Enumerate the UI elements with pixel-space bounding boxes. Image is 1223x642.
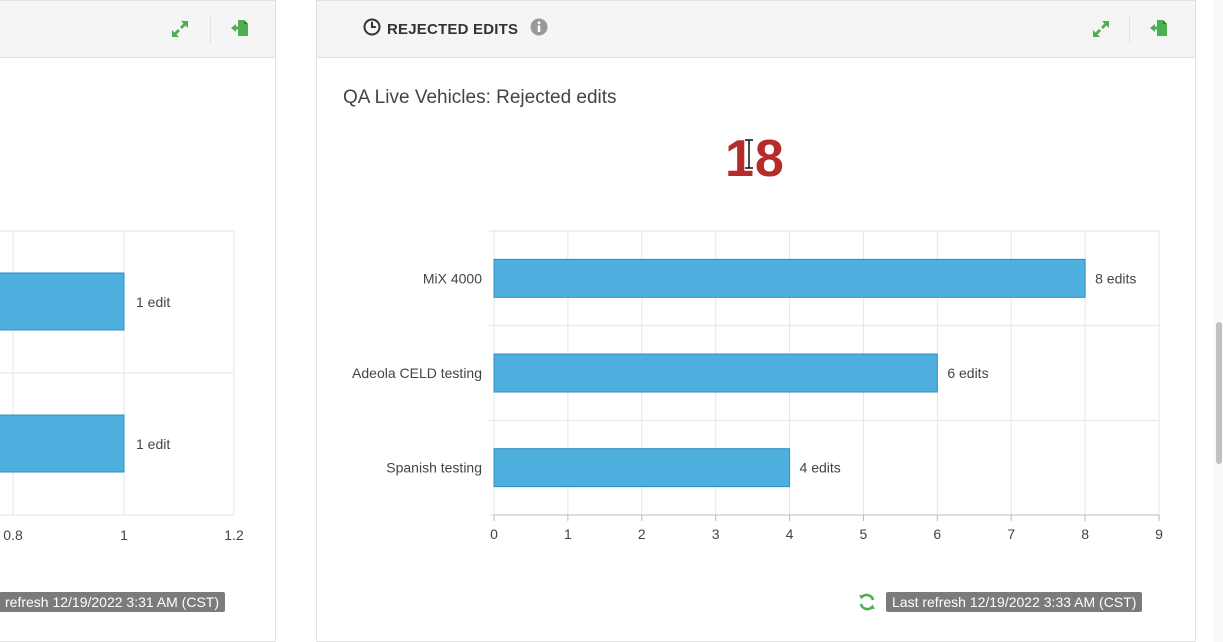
header-title-group: REJECTED EDITS xyxy=(363,18,548,41)
data-label: 1 edit xyxy=(136,294,170,310)
x-tick-label: 8 xyxy=(1081,526,1089,542)
x-tick-label: 6 xyxy=(933,526,941,542)
page-scrollbar-thumb[interactable] xyxy=(1216,322,1222,464)
export-icon[interactable] xyxy=(229,17,251,39)
x-tick-label: 7 xyxy=(1007,526,1015,542)
text-cursor-icon xyxy=(745,139,753,169)
rejected-edits-header: REJECTED EDITS xyxy=(317,1,1195,58)
rejected-edits-bar-chart: MiX 4000 8 edits Adeola CELD testing 6 edit… xyxy=(352,230,1163,542)
header-divider xyxy=(210,15,211,43)
panel-title: REJECTED EDITS xyxy=(387,21,519,38)
page-scrollbar-track[interactable] xyxy=(1213,0,1223,642)
chart-bar xyxy=(493,258,1086,298)
expand-icon[interactable] xyxy=(169,18,191,40)
x-tick-label: 0 xyxy=(490,526,498,542)
data-label: 8 edits xyxy=(1095,270,1136,286)
clock-icon xyxy=(363,18,381,41)
x-tick-label: 1.2 xyxy=(224,527,244,543)
chart-bar xyxy=(493,448,791,488)
chart-bar xyxy=(0,414,125,473)
left-bar-chart: 1 edit 1 edit 0.8 1 1.2 xyxy=(0,230,244,543)
x-tick-label: 0.8 xyxy=(3,527,23,543)
category-label: MiX 4000 xyxy=(423,270,482,286)
left-widget-panel: 1 edit 1 edit 0.8 1 1.2 refresh 12/19/2022 3… xyxy=(0,0,276,642)
chart-subtitle: QA Live Vehicles: Rejected edits xyxy=(343,87,617,108)
data-label: 4 edits xyxy=(800,460,841,476)
info-icon[interactable] xyxy=(530,18,548,41)
x-tick-label: 2 xyxy=(638,526,646,542)
left-refresh-badge: refresh 12/19/2022 3:31 AM (CST) xyxy=(0,592,225,612)
x-tick-label: 3 xyxy=(712,526,720,542)
category-label: Spanish testing xyxy=(386,460,482,476)
data-label: 1 edit xyxy=(136,436,170,452)
chart-bar xyxy=(0,272,125,331)
expand-icon[interactable] xyxy=(1090,18,1112,40)
x-tick-label: 4 xyxy=(786,526,794,542)
dashboard-canvas: 1 edit 1 edit 0.8 1 1.2 refresh 12/19/2022 3… xyxy=(0,0,1223,642)
rejected-edits-panel: REJECTED EDITS QA Live Vehicles: Rejecte… xyxy=(316,0,1196,642)
left-widget-header xyxy=(0,1,275,58)
chart-bar xyxy=(493,353,938,393)
last-refresh-badge: Last refresh 12/19/2022 3:33 AM (CST) xyxy=(886,592,1143,612)
x-tick-label: 5 xyxy=(860,526,868,542)
data-label: 6 edits xyxy=(947,365,988,381)
x-tick-label: 9 xyxy=(1155,526,1163,542)
export-icon[interactable] xyxy=(1148,17,1170,39)
header-divider xyxy=(1129,15,1130,43)
refresh-icon[interactable] xyxy=(857,592,877,612)
x-tick-label: 1 xyxy=(120,527,128,543)
x-tick-label: 1 xyxy=(564,526,572,542)
category-label: Adeola CELD testing xyxy=(352,365,482,381)
